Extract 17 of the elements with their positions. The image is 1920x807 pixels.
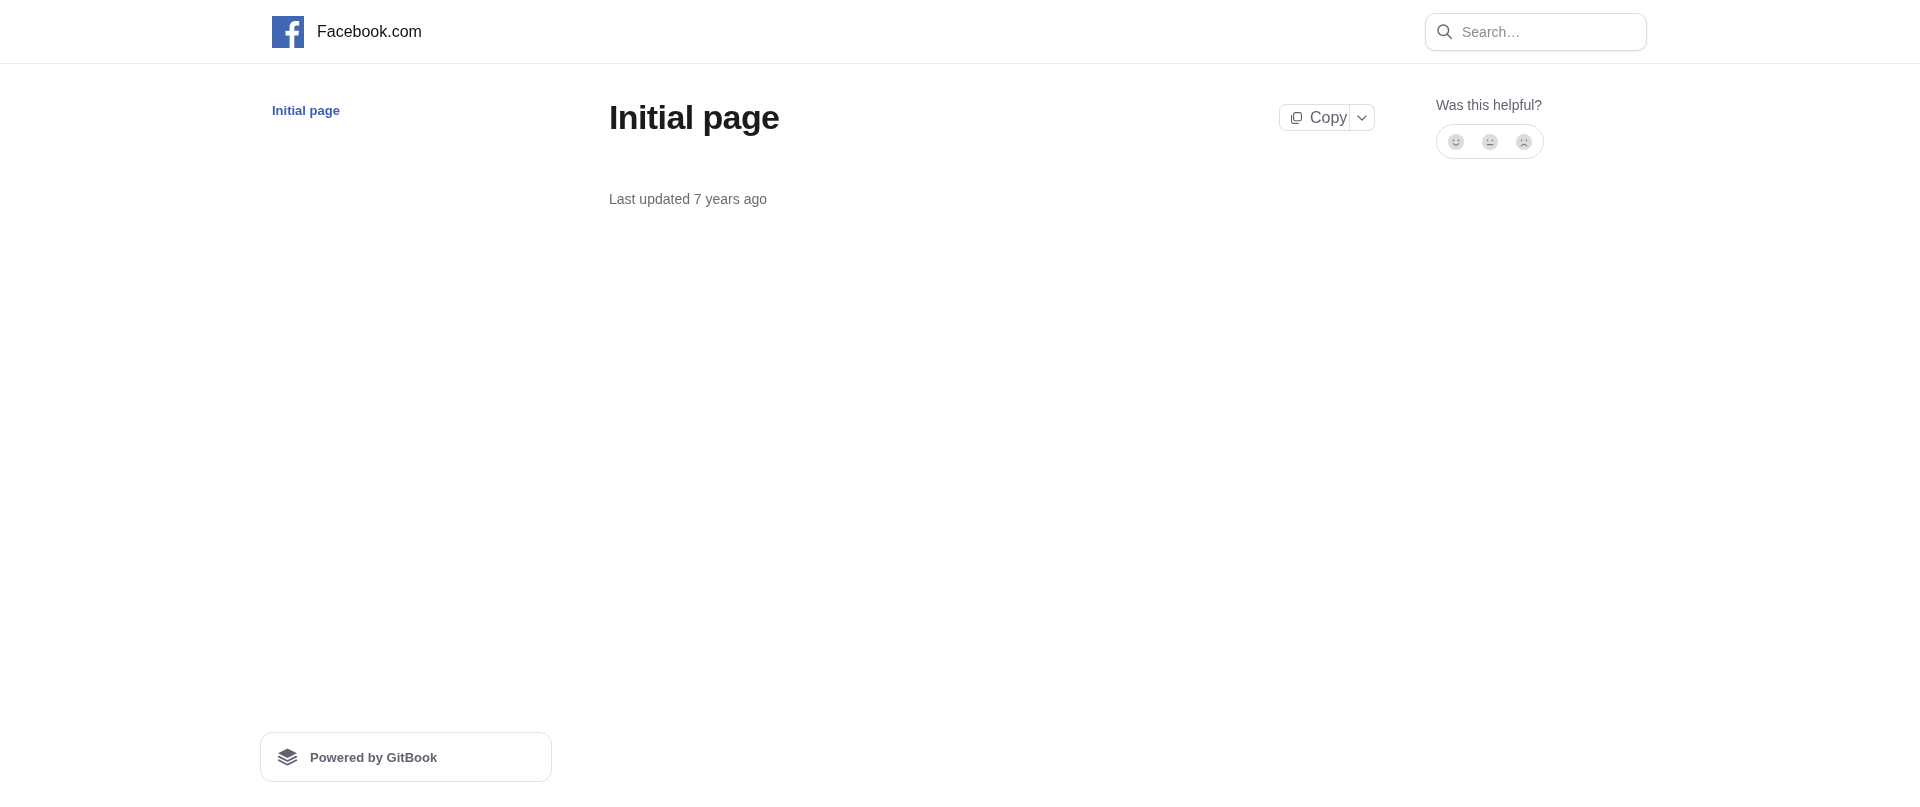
chevron-down-icon xyxy=(1357,114,1367,121)
layers-icon xyxy=(277,748,298,766)
feedback-question: Was this helpful? xyxy=(1436,96,1543,115)
logo-icon[interactable] xyxy=(272,15,304,48)
neutral-face-icon[interactable] xyxy=(1482,133,1498,150)
search-field[interactable]: Search… xyxy=(1425,12,1647,51)
frowning-face-icon[interactable] xyxy=(1516,133,1532,150)
copy-button[interactable]: Copy xyxy=(1279,104,1350,131)
last-updated-text: Last updated 7 years ago xyxy=(609,190,767,209)
copy-icon xyxy=(1290,111,1302,124)
page-title: Initial page xyxy=(609,97,780,137)
search-icon xyxy=(1437,23,1452,39)
dropdown-button[interactable] xyxy=(1350,104,1375,131)
smiling-face-icon[interactable] xyxy=(1448,133,1464,150)
sidebar-item[interactable]: Initial page xyxy=(260,96,352,126)
site-title[interactable]: Facebook.com xyxy=(317,21,422,42)
powered-by-link[interactable]: Powered by GitBook xyxy=(260,732,552,782)
